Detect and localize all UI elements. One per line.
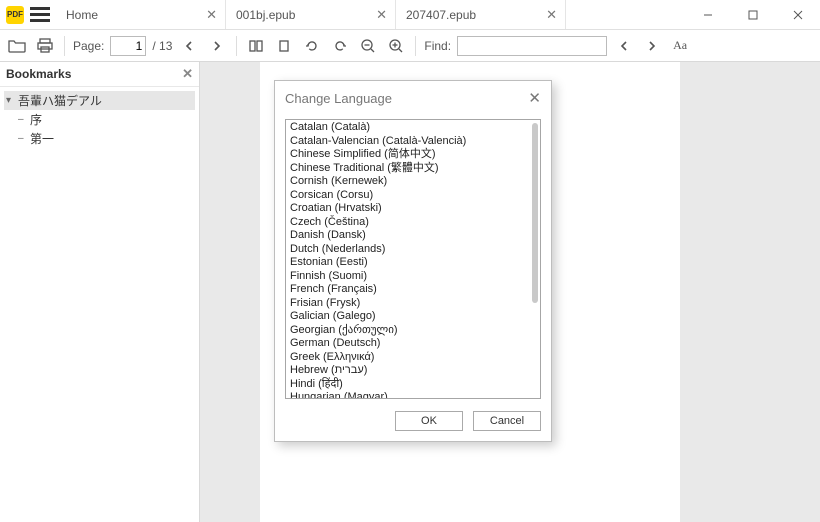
- page-total: / 13: [152, 39, 172, 53]
- app-icon: PDF: [6, 6, 24, 24]
- bookmarks-header: Bookmarks ✕: [0, 62, 199, 87]
- bookmarks-title: Bookmarks: [6, 67, 71, 81]
- language-option[interactable]: Chinese Traditional (繁體中文): [288, 162, 528, 176]
- ok-button[interactable]: OK: [395, 411, 463, 431]
- language-option[interactable]: Croatian (Hrvatski): [288, 202, 528, 216]
- dialog-buttons: OK Cancel: [275, 403, 551, 441]
- close-icon[interactable]: ✕: [546, 7, 557, 23]
- content-margin-right: [680, 62, 820, 522]
- tab-strip: Home ✕ 001bj.epub ✕ 207407.epub ✕: [56, 0, 685, 29]
- separator: [415, 36, 416, 56]
- language-listbox[interactable]: Catalan (Català)Catalan-Valencian (Catal…: [285, 119, 541, 399]
- view-page-button[interactable]: [273, 35, 295, 57]
- close-icon[interactable]: ✕: [376, 7, 387, 23]
- open-button[interactable]: [6, 35, 28, 57]
- bookmarks-tree: ▾ 吾輩ハ猫デアル – 序 – 第一: [0, 87, 199, 152]
- language-option[interactable]: Frisian (Frysk): [288, 297, 528, 311]
- zoom-in-button[interactable]: [385, 35, 407, 57]
- dialog-titlebar: Change Language ✕: [275, 81, 551, 115]
- find-next-button[interactable]: [641, 35, 663, 57]
- language-option[interactable]: French (Français): [288, 283, 528, 297]
- window-controls: [685, 0, 820, 30]
- bookmark-item[interactable]: – 第一: [4, 129, 195, 148]
- language-option[interactable]: Catalan (Català): [288, 121, 528, 135]
- close-button[interactable]: [775, 0, 820, 30]
- close-icon[interactable]: ✕: [528, 89, 541, 107]
- zoom-out-button[interactable]: [357, 35, 379, 57]
- close-icon[interactable]: ✕: [206, 7, 217, 23]
- tab-home[interactable]: Home ✕: [56, 0, 226, 29]
- separator: [64, 36, 65, 56]
- find-prev-button[interactable]: [613, 35, 635, 57]
- content-margin-left: [200, 62, 260, 522]
- language-option[interactable]: Finnish (Suomi): [288, 270, 528, 284]
- tab-label: Home: [66, 8, 98, 22]
- change-language-dialog: Change Language ✕ Catalan (Català)Catala…: [274, 80, 552, 442]
- match-case-button[interactable]: Aa: [669, 35, 691, 57]
- toolbar: Page: / 13 Find: Aa: [0, 30, 820, 62]
- dialog-title: Change Language: [285, 91, 392, 106]
- next-page-button[interactable]: [206, 35, 228, 57]
- bookmarks-panel: Bookmarks ✕ ▾ 吾輩ハ猫デアル – 序 – 第一: [0, 62, 200, 522]
- find-input[interactable]: [457, 36, 607, 56]
- cancel-button[interactable]: Cancel: [473, 411, 541, 431]
- print-button[interactable]: [34, 35, 56, 57]
- close-icon[interactable]: ✕: [182, 66, 193, 82]
- language-option[interactable]: Corsican (Corsu): [288, 189, 528, 203]
- separator: [236, 36, 237, 56]
- language-option[interactable]: German (Deutsch): [288, 337, 528, 351]
- maximize-button[interactable]: [730, 0, 775, 30]
- scrollbar-thumb[interactable]: [532, 123, 538, 303]
- language-option[interactable]: Chinese Simplified (简体中文): [288, 148, 528, 162]
- language-option[interactable]: Estonian (Eesti): [288, 256, 528, 270]
- bookmark-item[interactable]: – 序: [4, 110, 195, 129]
- tab-file-1[interactable]: 001bj.epub ✕: [226, 0, 396, 29]
- language-option[interactable]: Cornish (Kernewek): [288, 175, 528, 189]
- tab-file-2[interactable]: 207407.epub ✕: [396, 0, 566, 29]
- page-label: Page:: [73, 39, 104, 53]
- language-option[interactable]: Greek (Ελληνικά): [288, 351, 528, 365]
- bookmark-label: 吾輩ハ猫デアル: [18, 92, 102, 109]
- minimize-button[interactable]: [685, 0, 730, 30]
- leaf-icon: –: [18, 133, 28, 144]
- page-input[interactable]: [110, 36, 146, 56]
- language-option[interactable]: Catalan-Valencian (Català-Valencià): [288, 135, 528, 149]
- language-option[interactable]: Czech (Čeština): [288, 216, 528, 230]
- scrollbar[interactable]: [531, 121, 539, 397]
- find-label: Find:: [424, 39, 451, 53]
- language-option[interactable]: Galician (Galego): [288, 310, 528, 324]
- language-option[interactable]: Danish (Dansk): [288, 229, 528, 243]
- language-option[interactable]: Hungarian (Magyar): [288, 391, 528, 398]
- language-option[interactable]: Hindi (हिंदी): [288, 378, 528, 392]
- expander-icon[interactable]: ▾: [6, 95, 16, 106]
- rotate-right-button[interactable]: [329, 35, 351, 57]
- prev-page-button[interactable]: [178, 35, 200, 57]
- view-single-button[interactable]: [245, 35, 267, 57]
- language-option[interactable]: Dutch (Nederlands): [288, 243, 528, 257]
- bookmark-label: 序: [30, 111, 42, 128]
- bookmark-item[interactable]: ▾ 吾輩ハ猫デアル: [4, 91, 195, 110]
- tab-label: 001bj.epub: [236, 8, 295, 22]
- language-option[interactable]: Georgian (ქართული): [288, 324, 528, 338]
- bookmark-label: 第一: [30, 130, 54, 147]
- tab-label: 207407.epub: [406, 8, 476, 22]
- rotate-left-button[interactable]: [301, 35, 323, 57]
- menu-button[interactable]: [30, 6, 50, 24]
- leaf-icon: –: [18, 114, 28, 125]
- language-option[interactable]: Hebrew (עברית): [288, 364, 528, 378]
- titlebar: PDF Home ✕ 001bj.epub ✕ 207407.epub ✕: [0, 0, 820, 30]
